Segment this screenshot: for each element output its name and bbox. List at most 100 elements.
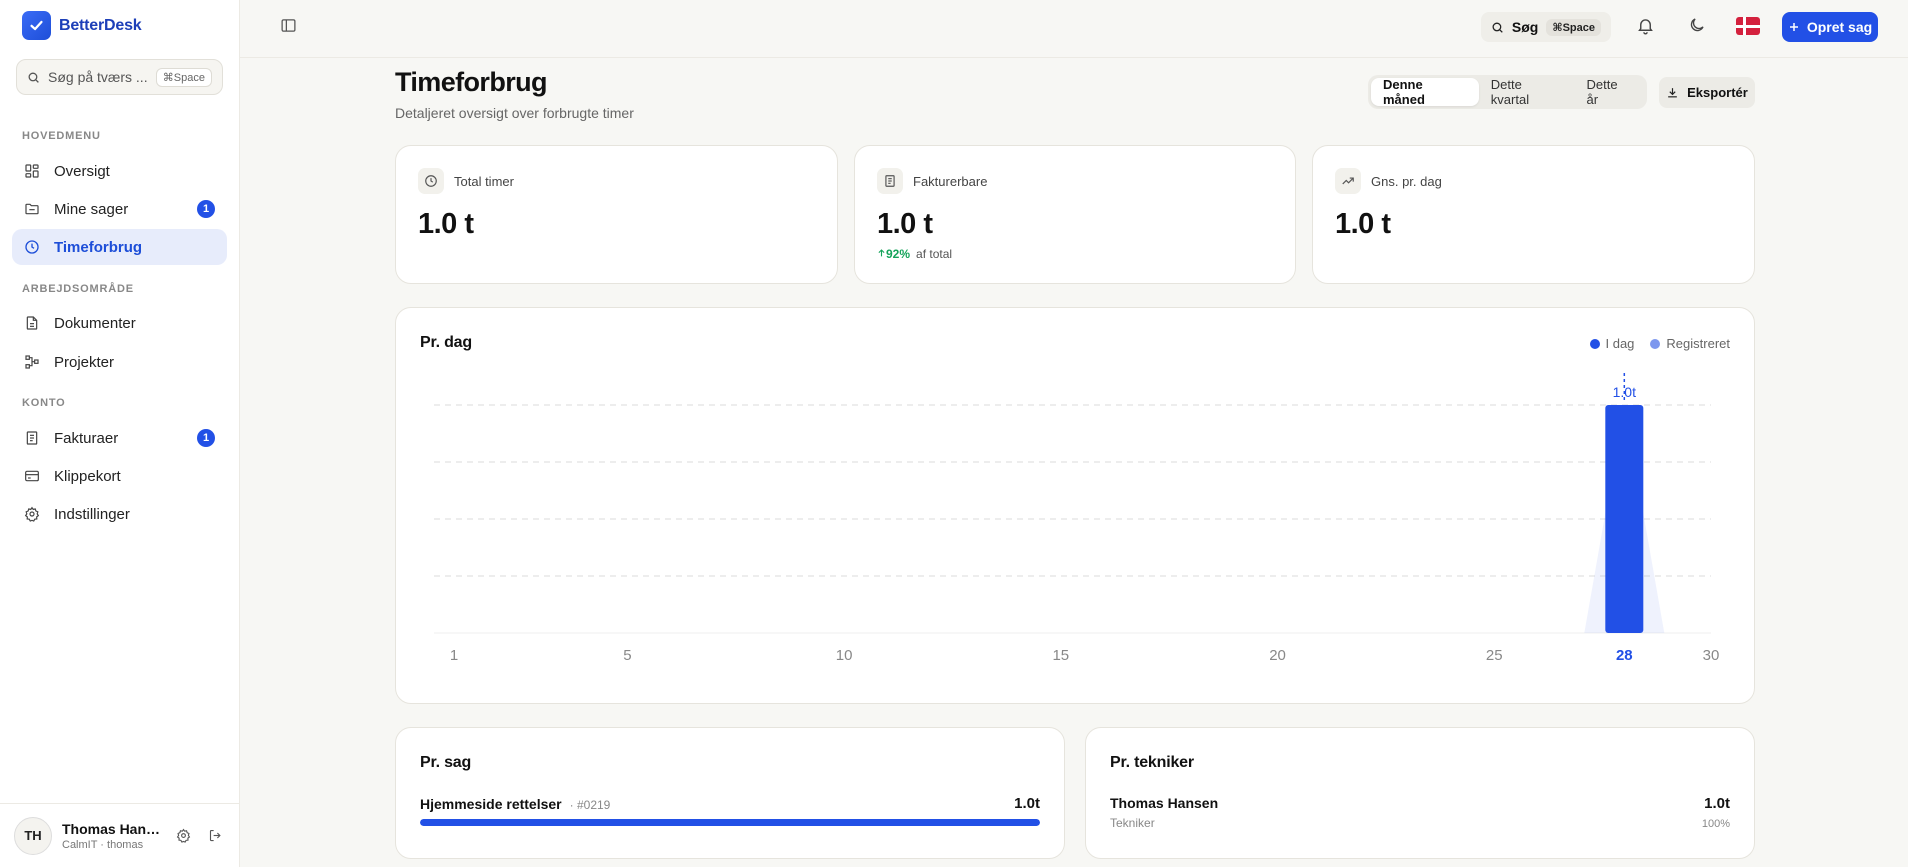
sidebar-item-label: Indstillinger (54, 505, 130, 523)
sidebar-item-label: Oversigt (54, 162, 110, 180)
sidebar: BetterDesk Søg på tværs ... ⌘Space HOVED… (0, 0, 240, 867)
legend-label-today: I dag (1605, 336, 1635, 351)
period-this-quarter[interactable]: Dette kvartal (1479, 77, 1575, 107)
receipt-icon (877, 168, 903, 194)
user-info[interactable]: Thomas Hans... CalmIT · thomas (62, 821, 162, 851)
sidebar-item-timeforbrug[interactable]: Timeforbrug (12, 229, 227, 265)
sidebar-item-dokumenter[interactable]: Dokumenter (12, 305, 227, 341)
case-row-name[interactable]: Hjemmeside rettelser · #0219 (420, 796, 610, 812)
stat-label: Gns. pr. dag (1371, 173, 1442, 189)
user-organization: CalmIT · thomas (62, 838, 144, 851)
app-logo[interactable]: BetterDesk (22, 11, 142, 40)
chart-x-tick: 5 (623, 647, 631, 664)
sidebar-item-label: Projekter (54, 353, 115, 371)
stat-card-total: Total timer 1.0 t (395, 145, 838, 284)
sidebar-item-indstillinger[interactable]: Indstillinger (12, 496, 227, 532)
chart-bar-label: 1.0t (1613, 384, 1636, 400)
stat-value: 1.0 t (1335, 208, 1391, 240)
create-case-button[interactable]: Opret sag (1782, 12, 1878, 42)
sidebar-item-label: Fakturaer (54, 429, 119, 447)
stat-card-billable: Fakturerbare 1.0 t 92% af total (854, 145, 1296, 284)
sidebar-item-oversigt[interactable]: Oversigt (12, 153, 227, 189)
stat-value: 1.0 t (418, 208, 474, 240)
chart-x-tick: 28 (1616, 647, 1633, 664)
card-icon (25, 470, 39, 482)
chart-x-tick: 30 (1703, 647, 1720, 664)
per-day-title: Pr. dag (420, 334, 472, 351)
sidebar-panel-icon (281, 19, 296, 32)
logout-icon (209, 829, 221, 842)
tech-value: 1.0t (1704, 795, 1730, 812)
per-case-title: Pr. sag (420, 754, 472, 771)
case-progress-fill (420, 819, 1040, 826)
stat-header: Total timer (418, 168, 514, 194)
section-label-workspace: ARBEJDSOMRÅDE (22, 283, 134, 295)
section-label-main: HOVEDMENU (22, 130, 101, 142)
trend-up-icon (1335, 168, 1361, 194)
period-selector: Denne måned Dette kvartal Dette år (1368, 75, 1647, 109)
tech-name[interactable]: Thomas Hansen (1110, 795, 1218, 811)
chart-bar (1605, 405, 1644, 633)
global-search-button[interactable]: Søg ⌘Space (1481, 12, 1611, 42)
legend-dot-today (1589, 339, 1600, 349)
stat-header: Gns. pr. dag (1335, 168, 1442, 194)
sidebar-toggle-button[interactable] (280, 17, 297, 38)
download-icon (1668, 88, 1677, 98)
tech-role: Tekniker (1110, 816, 1155, 830)
topbar: Søg ⌘Space Opret sag (240, 0, 1908, 58)
export-label: Eksportér (1687, 85, 1748, 100)
logout-button[interactable] (204, 825, 226, 847)
period-this-year[interactable]: Dette år (1575, 77, 1644, 107)
workflow-icon (25, 355, 39, 369)
gear-icon (24, 506, 40, 522)
stat-label: Total timer (454, 173, 514, 189)
clock-icon (25, 240, 39, 254)
per-day-chart-card: 1.0t 1 5 10 15 20 25 28 30 Pr. dag I dag Registr… (395, 307, 1755, 704)
notifications-button[interactable] (1636, 16, 1655, 39)
sidebar-item-label: Mine sager (54, 200, 129, 218)
sidebar-item-projekter[interactable]: Projekter (12, 344, 227, 380)
clock-icon (418, 168, 444, 194)
case-id: · #0219 (569, 798, 611, 812)
sidebar-item-mine-sager[interactable]: Mine sager 1 (12, 191, 227, 227)
dark-mode-toggle[interactable] (1688, 16, 1706, 38)
arrow-up-icon (878, 249, 885, 257)
legend-item-today: I dag (1589, 336, 1635, 351)
avatar[interactable]: TH (14, 816, 52, 855)
chart-x-tick: 15 (1052, 647, 1069, 664)
sidebar-item-label: Timeforbrug (54, 238, 143, 256)
fakturaer-count-badge: 1 (197, 429, 215, 447)
user-profile: TH Thomas Hans... CalmIT · thomas (0, 803, 240, 867)
language-flag-danish[interactable] (1736, 17, 1760, 35)
document-icon (26, 316, 38, 330)
search-icon (28, 72, 39, 83)
tech-percentage: 100% (1701, 818, 1730, 830)
user-settings-button[interactable] (172, 825, 194, 847)
stat-meta: 92% af total (877, 247, 952, 261)
sidebar-item-klippekort[interactable]: Klippekort (12, 458, 227, 494)
moon-icon (1690, 18, 1704, 32)
sidebar-search-input[interactable]: Søg på tværs ... ⌘Space (16, 59, 223, 95)
sidebar-search-shortcut: ⌘Space (155, 67, 212, 87)
sidebar-item-label: Klippekort (54, 467, 121, 485)
legend-item-registered: Registreret (1650, 336, 1730, 351)
chart-x-tick: 10 (836, 647, 853, 664)
sidebar-item-fakturaer[interactable]: Fakturaer 1 (12, 420, 227, 456)
stat-label: Fakturerbare (913, 173, 988, 189)
legend-dot-registered (1650, 339, 1661, 349)
grid-icon (25, 164, 39, 178)
page-title: Timeforbrug (395, 67, 548, 97)
create-case-label: Opret sag (1806, 19, 1873, 35)
export-button[interactable]: Eksportér (1659, 77, 1755, 108)
billable-percentage: 92% (877, 247, 910, 261)
per-day-chart: 1.0t1 5 10 15 20 25 28 30 (434, 373, 1720, 664)
chart-x-tick: 1 (450, 647, 458, 664)
period-this-month[interactable]: Denne måned (1371, 77, 1479, 107)
invoice-icon (26, 431, 38, 445)
case-row-value: 1.0t (1014, 795, 1040, 812)
chart-x-tick: 25 (1486, 647, 1503, 664)
legend-label-registered: Registreret (1666, 336, 1730, 351)
chart-legend: I dag Registreret (1589, 336, 1730, 351)
folder-icon (25, 203, 39, 215)
section-label-account: KONTO (22, 397, 66, 409)
